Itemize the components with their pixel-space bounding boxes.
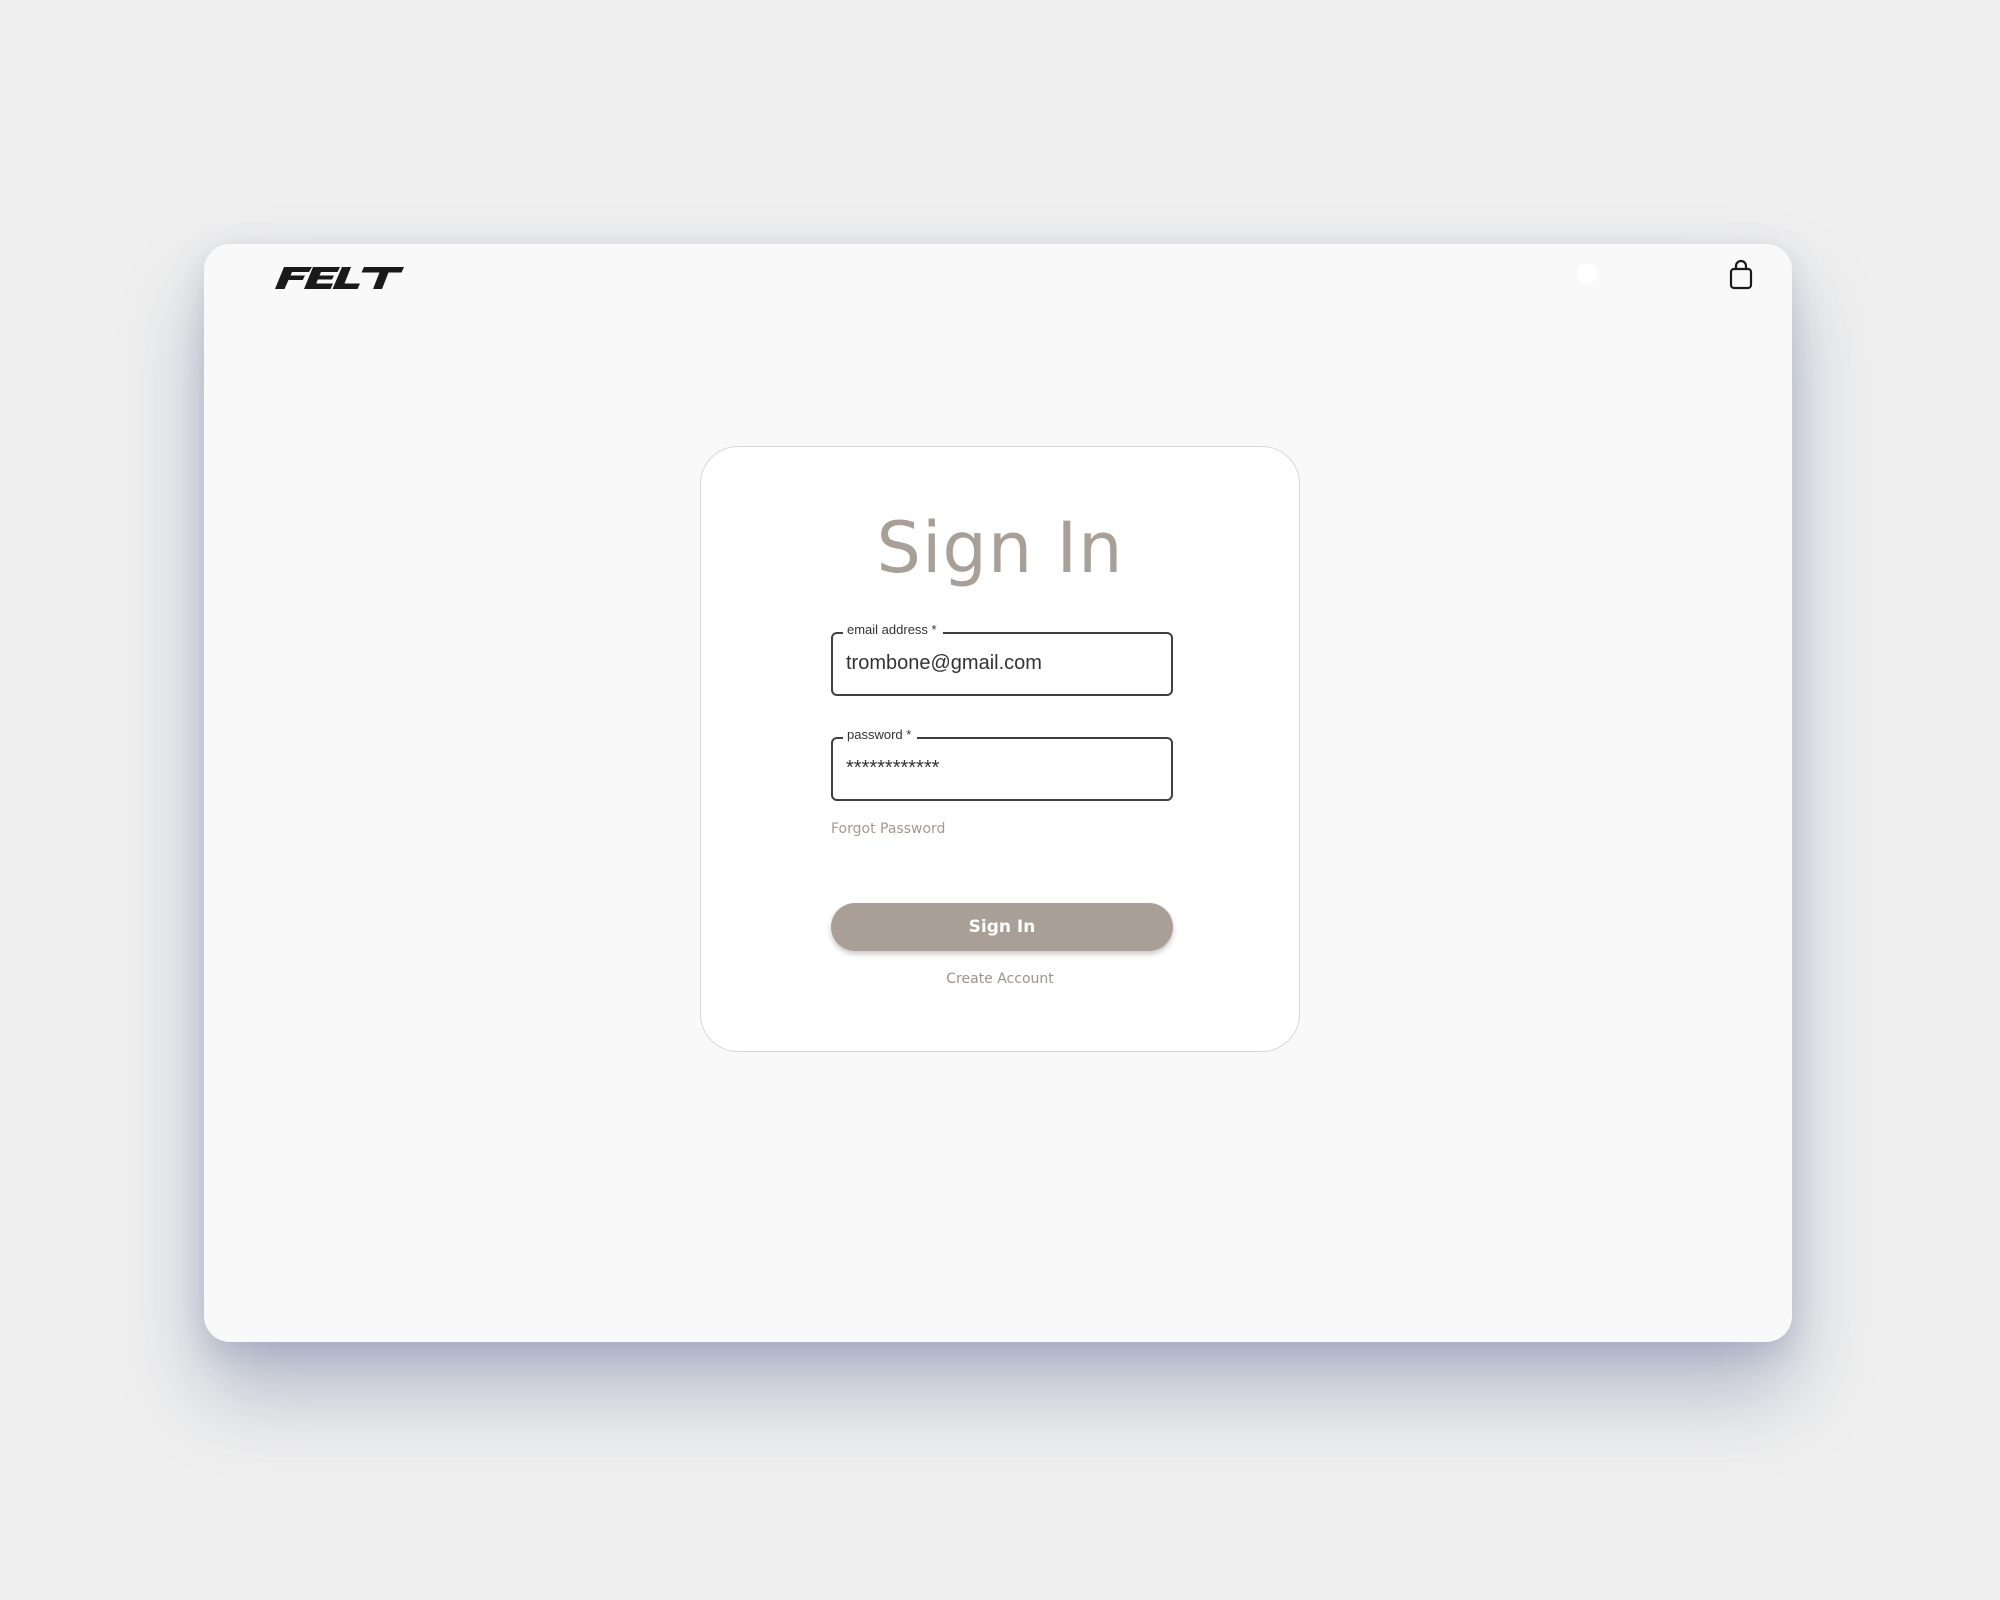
sign-in-card: Sign In email address * trombone@gmail.c… — [700, 446, 1300, 1052]
password-field-label: password * — [843, 726, 918, 744]
felt-logo[interactable] — [272, 264, 406, 292]
app-window: Sign In email address * trombone@gmail.c… — [204, 244, 1792, 1342]
email-field-value[interactable]: trombone@gmail.com — [846, 652, 1161, 675]
felt-logo-mark — [275, 267, 404, 289]
email-field-label: email address * — [843, 621, 943, 639]
page-title: Sign In — [876, 507, 1124, 589]
password-field[interactable]: password * ************ — [831, 726, 1173, 801]
sign-in-button[interactable]: Sign In — [831, 903, 1173, 951]
create-account-link[interactable]: Create Account — [701, 971, 1299, 987]
status-dot — [1577, 264, 1597, 284]
forgot-password-link[interactable]: Forgot Password — [831, 821, 945, 837]
shopping-bag-icon[interactable] — [1726, 258, 1756, 292]
password-field-value[interactable]: ************ — [846, 757, 1161, 780]
email-field[interactable]: email address * trombone@gmail.com — [831, 621, 1173, 696]
